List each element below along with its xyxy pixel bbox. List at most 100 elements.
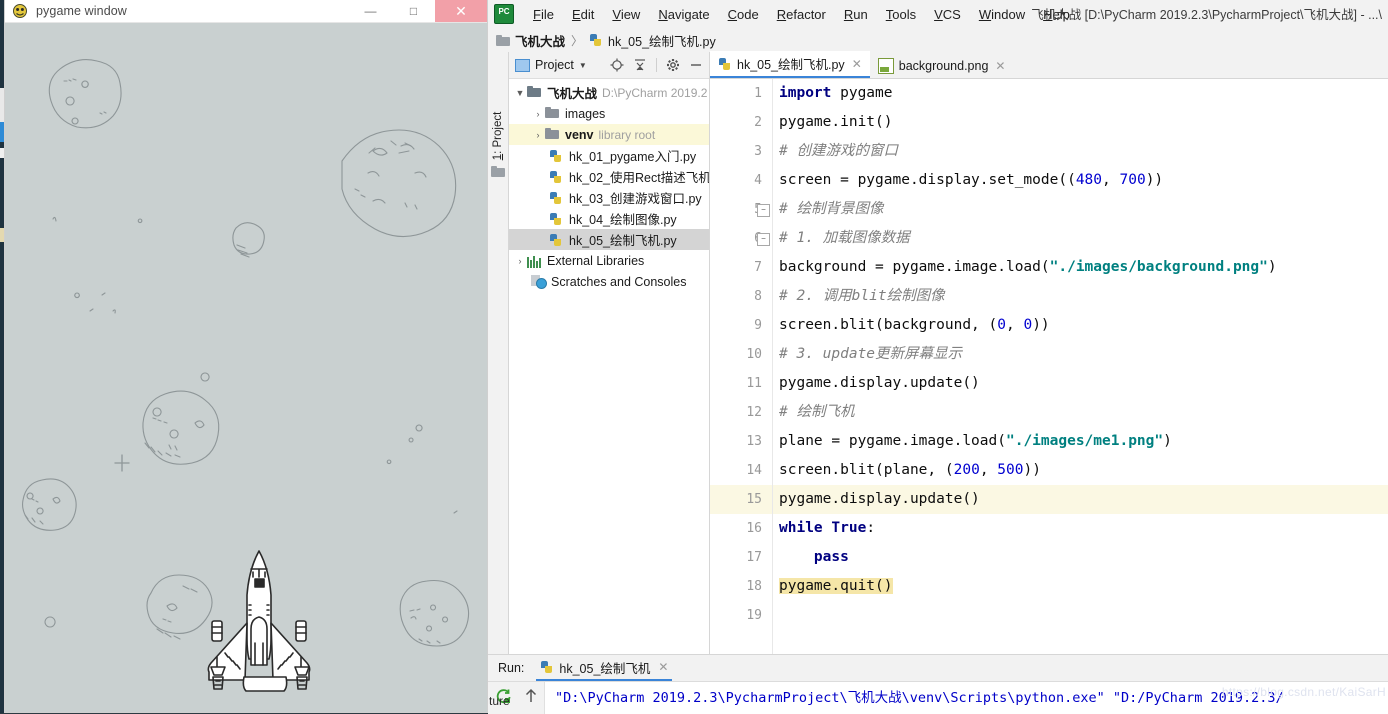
code-line[interactable]: import pygame <box>773 79 1388 108</box>
menu-code[interactable]: Code <box>719 4 768 25</box>
tree-node-file-3[interactable]: hk_03_创建游戏窗口.py <box>509 187 709 208</box>
run-output-area: "D:\PyCharm 2019.2.3\PycharmProject\飞机大战… <box>488 681 1388 714</box>
tree-node-venv[interactable]: › venv library root <box>509 124 709 145</box>
code-line[interactable]: pygame.display.update() <box>773 485 1388 514</box>
line-number: 8 <box>754 289 762 304</box>
tab-label: background.png <box>898 58 989 73</box>
close-icon[interactable]: ✕ <box>852 57 862 71</box>
line-number: 4 <box>754 173 762 188</box>
breadcrumb-file[interactable]: hk_05_绘制飞机.py <box>589 31 716 50</box>
up-arrow-icon[interactable] <box>523 687 539 710</box>
close-icon[interactable]: ✕ <box>658 660 668 674</box>
tool-button-project[interactable]: 1: Project <box>492 104 504 168</box>
breadcrumb-project[interactable]: 飞机大战 <box>496 31 565 50</box>
tree-label: hk_02_使用Rect描述飞机.p <box>569 171 709 185</box>
tree-node-project-root[interactable]: ▼ 飞机大战 D:\PyCharm 2019.2 <box>509 82 709 103</box>
asteroid-mid-left <box>142 390 220 465</box>
code-line[interactable]: pygame.quit() <box>773 572 1388 601</box>
tree-node-images[interactable]: › images <box>509 103 709 124</box>
python-file-icon <box>549 233 565 247</box>
tree-hint: D:\PyCharm 2019.2 <box>602 85 708 100</box>
chevron-down-icon[interactable]: ▼ <box>513 88 527 98</box>
project-tree: ▼ 飞机大战 D:\PyCharm 2019.2 › images › venv… <box>509 79 709 654</box>
run-console-output[interactable]: "D:\PyCharm 2019.2.3\PycharmProject\飞机大战… <box>545 682 1388 714</box>
run-config-tab[interactable]: hk_05_绘制飞机 ✕ <box>536 655 673 681</box>
python-file-icon <box>549 212 565 226</box>
code-line[interactable]: pygame.init() <box>773 108 1388 137</box>
code-content[interactable]: import pygame pygame.init() # 创建游戏的窗口 scree… <box>773 79 1388 654</box>
code-line[interactable] <box>773 601 1388 630</box>
tab-hk05[interactable]: hk_05_绘制飞机.py ✕ <box>710 51 870 78</box>
minimize-button[interactable]: — <box>349 0 392 22</box>
project-tool-window: Project ▼ ▼ 飞机大战 D:\PyCharm 2019.2 › ima… <box>509 52 710 654</box>
code-editor[interactable]: 1234−5−678910111213141516171819 import p… <box>710 79 1388 654</box>
menu-tools[interactable]: Tools <box>877 4 925 25</box>
chevron-right-icon[interactable]: › <box>531 109 545 119</box>
hide-panel-icon[interactable] <box>689 58 703 72</box>
line-number: 12 <box>746 405 762 420</box>
code-line[interactable]: plane = pygame.image.load("./images/me1.… <box>773 427 1388 456</box>
tree-node-file-4[interactable]: hk_04_绘制图像.py <box>509 208 709 229</box>
pygame-canvas[interactable] <box>5 23 487 712</box>
collapse-all-icon[interactable] <box>633 58 647 72</box>
toolbar-divider <box>656 58 657 72</box>
chevron-right-icon[interactable]: › <box>531 130 545 140</box>
code-line[interactable]: screen = pygame.display.set_mode((480, 7… <box>773 166 1388 195</box>
close-icon[interactable]: ✕ <box>995 59 1005 73</box>
pygame-window: pygame window — □ ✕ <box>4 0 488 713</box>
tree-node-scratches[interactable]: Scratches and Consoles <box>509 271 709 292</box>
code-line[interactable]: # 2. 调用blit绘制图像 <box>773 282 1388 311</box>
tool-window-strip-left: 1: Project <box>488 52 509 654</box>
pygame-titlebar[interactable]: pygame window — □ ✕ <box>5 0 487 23</box>
menu-vcs[interactable]: VCS <box>925 4 970 25</box>
code-fold-icon[interactable]: − <box>757 233 770 246</box>
code-line[interactable]: # 3. update更新屏幕显示 <box>773 340 1388 369</box>
code-line[interactable]: background = pygame.image.load("./images… <box>773 253 1388 282</box>
tab-background-png[interactable]: background.png ✕ <box>869 53 1014 78</box>
tree-hint: library root <box>598 127 656 142</box>
close-button[interactable]: ✕ <box>435 0 487 22</box>
line-number: 19 <box>746 608 762 623</box>
code-line[interactable]: # 1. 加载图像数据 <box>773 224 1388 253</box>
python-file-icon <box>549 191 565 205</box>
tree-node-external-libraries[interactable]: › External Libraries <box>509 250 709 271</box>
code-line[interactable]: screen.blit(background, (0, 0)) <box>773 311 1388 340</box>
menu-view[interactable]: View <box>603 4 649 25</box>
code-line[interactable]: screen.blit(plane, (200, 500)) <box>773 456 1388 485</box>
code-fold-icon[interactable]: − <box>757 204 770 217</box>
game-scene <box>22 59 470 692</box>
breadcrumb-separator: 〉 <box>571 33 584 48</box>
code-line[interactable]: pass <box>773 543 1388 572</box>
code-line[interactable]: # 绘制背景图像 <box>773 195 1388 224</box>
python-file-icon <box>540 660 554 674</box>
tree-node-file-2[interactable]: hk_02_使用Rect描述飞机.p <box>509 166 709 187</box>
menu-edit[interactable]: Edit <box>563 4 603 25</box>
code-line[interactable]: while True: <box>773 514 1388 543</box>
folder-icon <box>496 34 510 46</box>
tree-node-file-1[interactable]: hk_01_pygame入门.py <box>509 145 709 166</box>
settings-gear-icon[interactable] <box>666 58 680 72</box>
menu-window[interactable]: Window <box>970 4 1034 25</box>
python-file-icon <box>549 149 565 163</box>
rock-center <box>232 222 265 258</box>
python-file-icon <box>589 33 603 47</box>
chevron-down-icon[interactable]: ▼ <box>579 61 587 70</box>
chevron-right-icon[interactable]: › <box>513 256 527 266</box>
menu-navigate[interactable]: Navigate <box>649 4 718 25</box>
python-file-icon <box>549 170 565 184</box>
pygame-window-title: pygame window <box>36 4 127 18</box>
code-line[interactable]: pygame.display.update() <box>773 369 1388 398</box>
code-line[interactable]: # 创建游戏的窗口 <box>773 137 1388 166</box>
pygame-icon <box>12 3 28 19</box>
line-number: 3 <box>754 144 762 159</box>
menu-refactor[interactable]: Refactor <box>768 4 835 25</box>
menu-run[interactable]: Run <box>835 4 877 25</box>
locate-icon[interactable] <box>610 58 624 72</box>
tree-label: 飞机大战 <box>547 87 598 101</box>
code-line[interactable]: # 绘制飞机 <box>773 398 1388 427</box>
menu-file[interactable]: File <box>524 4 563 25</box>
spaceship <box>207 550 311 692</box>
tree-node-file-5-selected[interactable]: hk_05_绘制飞机.py <box>509 229 709 250</box>
menu-bar: File Edit View Navigate Code Refactor Ru… <box>488 0 1388 28</box>
maximize-button[interactable]: □ <box>392 0 435 22</box>
